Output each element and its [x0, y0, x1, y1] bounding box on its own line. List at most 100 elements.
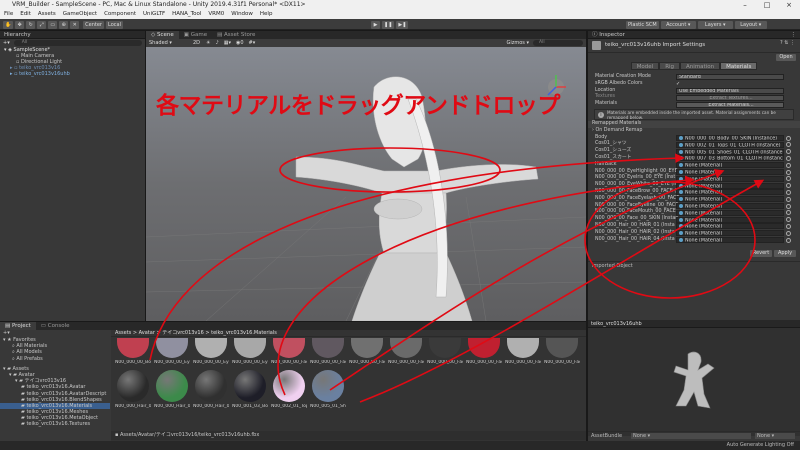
material-object-field[interactable]: None (Material) [676, 236, 784, 243]
material-object-field[interactable]: None (Material) [676, 202, 784, 209]
material-object-field[interactable]: None (Material) [676, 216, 784, 223]
remapped-materials-header[interactable]: Remapped Materials [588, 120, 800, 128]
object-picker-icon[interactable] [786, 135, 791, 141]
material-object-field[interactable]: None (Material) [676, 196, 784, 203]
object-picker-icon[interactable] [786, 142, 791, 148]
material-object-field[interactable]: None (Material) [676, 230, 784, 237]
tab-scene[interactable]: ◇ Scene [146, 31, 179, 39]
material-asset-tile[interactable]: N00_000_00_Fac... [310, 338, 346, 365]
material-object-field[interactable]: None (Material) [676, 175, 784, 182]
material-object-field[interactable]: None (Material) [676, 168, 784, 175]
object-picker-icon[interactable] [786, 237, 791, 243]
custom-tool-icon[interactable]: ✕ [70, 20, 80, 29]
object-picker-icon[interactable] [786, 162, 791, 168]
asset-bundle-dropdown[interactable]: None ▾ [631, 432, 751, 439]
menu-window[interactable]: Window [231, 10, 253, 19]
tab-rig[interactable]: Rig [659, 62, 681, 70]
tab-game[interactable]: ▣ Game [178, 31, 213, 39]
tab-materials[interactable]: Materials [720, 62, 758, 70]
plastic-scm-button[interactable]: Plastic SCM [626, 20, 659, 29]
object-picker-icon[interactable] [786, 217, 791, 223]
material-object-field[interactable]: N00_005_01_Shoes_01_CLOTH (Instance) [676, 148, 784, 155]
material-object-field[interactable]: None (Material) [676, 162, 784, 169]
object-picker-icon[interactable] [786, 149, 791, 155]
material-asset-tile[interactable]: N00_005_01_Sho... [310, 370, 346, 409]
material-object-field[interactable]: N00_000_00_Body_00_SKIN (Instance) [676, 134, 784, 141]
material-asset-tile[interactable]: N00_000_00_Fac... [271, 338, 307, 365]
layout-dropdown[interactable]: Layout ▾ [734, 20, 767, 29]
object-picker-icon[interactable] [786, 196, 791, 202]
material-asset-tile[interactable]: N00_000_Hair_00... [154, 370, 190, 409]
tab-console[interactable]: ▭ Console [35, 322, 75, 330]
audio-toggle-icon[interactable]: ♪ [216, 40, 219, 46]
material-object-field[interactable]: N00_007_03_Bottom_01_CLOTH (Instance) [676, 155, 784, 162]
menu-hana-tool[interactable]: HANA_Tool [172, 10, 201, 19]
material-asset-tile[interactable]: N00_000_00_Eye... [154, 338, 190, 365]
menu-help[interactable]: Help [260, 10, 273, 19]
add-object-button[interactable]: +▾ [3, 40, 10, 46]
menu-component[interactable]: Component [104, 10, 136, 19]
tab-project[interactable]: ▤ Project [0, 322, 36, 330]
material-creation-mode-dropdown[interactable]: Standard [676, 74, 784, 81]
material-asset-tile[interactable]: N00_000_00_Fac... [388, 338, 424, 365]
rotate-tool-icon[interactable]: ↻ [26, 20, 36, 29]
transform-tool-icon[interactable]: ⊕ [59, 20, 69, 29]
material-object-field[interactable]: N00_002_01_Tops_01_CLOTH (Instance) [676, 141, 784, 148]
menu-file[interactable]: File [4, 10, 13, 19]
material-asset-tile[interactable]: N00_000_00_Fac... [466, 338, 502, 365]
scene-search-input[interactable]: All [533, 40, 583, 46]
apply-button[interactable]: Apply [774, 250, 796, 258]
lighting-toggle-icon[interactable]: ☀ [206, 40, 210, 46]
open-button[interactable]: Open [776, 54, 796, 61]
location-dropdown[interactable]: Use Embedded Materials [676, 87, 784, 94]
object-picker-icon[interactable] [786, 230, 791, 236]
material-object-field[interactable]: None (Material) [676, 209, 784, 216]
object-picker-icon[interactable] [786, 223, 791, 229]
pivot-center-button[interactable]: Center [83, 20, 104, 29]
object-picker-icon[interactable] [786, 203, 791, 209]
material-asset-tile[interactable]: N00_001_03_Bott... [232, 370, 268, 409]
rect-tool-icon[interactable]: ▭ [48, 20, 58, 29]
shading-mode-dropdown[interactable]: Shaded ▾ [149, 40, 189, 46]
extract-textures-button[interactable]: Extract Textures... [676, 94, 784, 101]
hand-tool-icon[interactable]: ✋ [3, 20, 14, 29]
layers-dropdown[interactable]: Layers ▾ [697, 20, 733, 29]
material-asset-tile[interactable]: N00_000_00_Fac... [505, 338, 541, 365]
material-object-field[interactable]: None (Material) [676, 189, 784, 196]
material-asset-tile[interactable]: N00_002_01_Top... [271, 370, 307, 409]
material-object-field[interactable]: None (Material) [676, 182, 784, 189]
extract-materials-button[interactable]: Extract Materials... [676, 101, 784, 108]
material-asset-tile[interactable]: N00_000_00_Bod... [115, 338, 151, 365]
preview-area[interactable]: teiko_vrc013v16uhb [588, 320, 800, 436]
menu-unigltf[interactable]: UniGLTF [143, 10, 165, 19]
tab-asset-store[interactable]: ▤ Asset Store [212, 31, 261, 39]
hierarchy-search-input[interactable]: All [13, 40, 142, 46]
add-asset-button[interactable]: +▾ [0, 330, 110, 337]
menu-vrm0[interactable]: VRM0 [208, 10, 224, 19]
hidden-objects-icon[interactable]: ◉0 [236, 40, 244, 46]
material-object-field[interactable]: None (Material) [676, 223, 784, 230]
step-icon[interactable]: ▶❚ [396, 20, 409, 29]
help-settings-icons[interactable]: ? ⇅ ⋮ [780, 40, 795, 46]
tab-model[interactable]: Model [630, 62, 660, 70]
minimize-icon[interactable]: – [734, 0, 756, 10]
maximize-icon[interactable]: □ [756, 0, 778, 10]
account-dropdown[interactable]: Account ▾ [660, 20, 696, 29]
object-picker-icon[interactable] [786, 169, 791, 175]
imported-object-header[interactable]: Imported Object [588, 261, 800, 269]
material-asset-tile[interactable]: N00_000_00_Eye... [232, 338, 268, 365]
object-picker-icon[interactable] [786, 176, 791, 182]
pause-icon[interactable]: ❚❚ [382, 20, 395, 29]
material-asset-tile[interactable]: N00_000_00_Fac... [349, 338, 385, 365]
inspector-menu-icon[interactable]: ⋮ [791, 31, 797, 39]
close-icon[interactable]: × [778, 0, 800, 10]
gizmos-dropdown[interactable]: Gizmos ▾ [506, 40, 529, 46]
menu-gameobject[interactable]: GameObject [63, 10, 97, 19]
move-tool-icon[interactable]: ✥ [15, 20, 25, 29]
hierarchy-item-avatar-uhb[interactable]: ▸ ▫ teiko_vrc013v16uhb [0, 71, 145, 77]
scale-tool-icon[interactable]: ⤢ [37, 20, 47, 29]
asset-bundle-variant-dropdown[interactable]: None ▾ [755, 432, 795, 439]
scene-view[interactable]: ◇ Scene ▣ Game ▤ Asset Store Shaded ▾ 2D ☀… [146, 31, 586, 321]
revert-button[interactable]: Revert [750, 250, 772, 258]
tree-textures[interactable]: ▰ teiko_vrc013v16.Textures [0, 421, 110, 427]
